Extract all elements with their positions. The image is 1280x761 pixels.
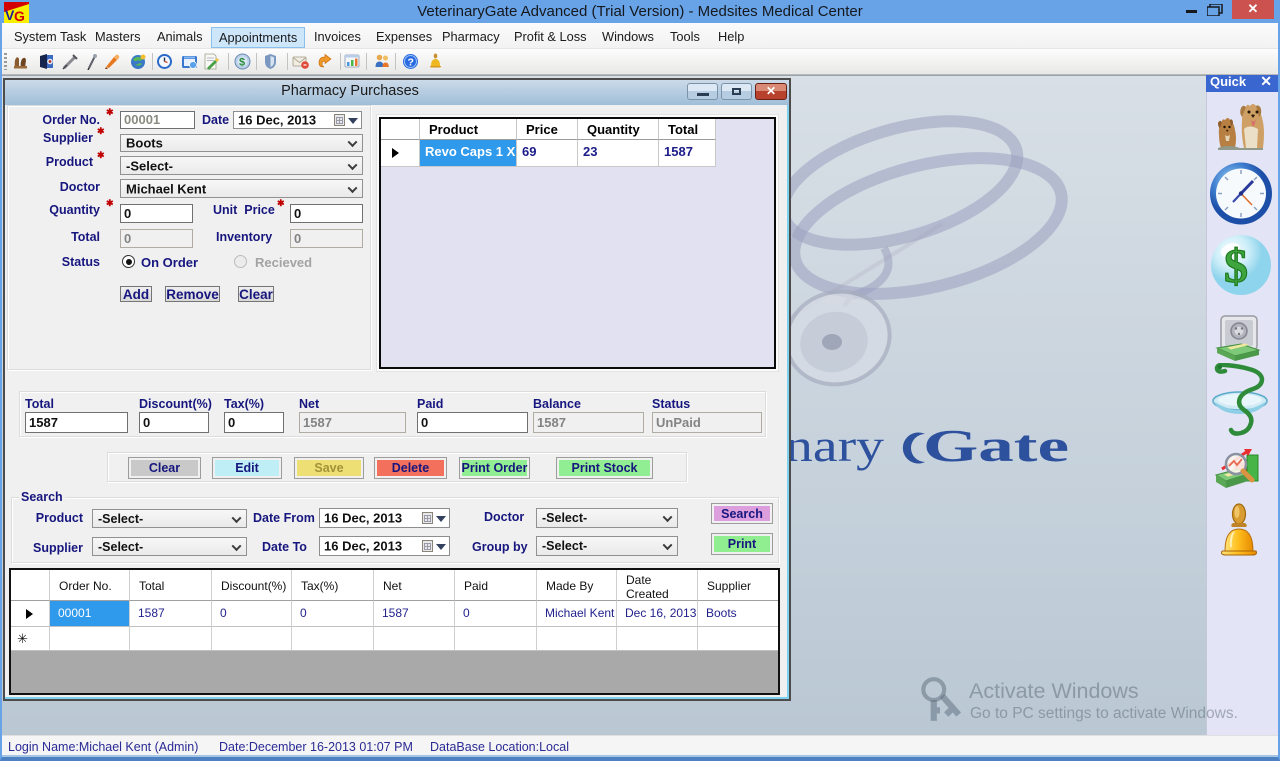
svg-text:?: ? (408, 57, 414, 69)
svg-text:Gate: Gate (923, 421, 1069, 471)
svg-text:$: $ (1224, 240, 1248, 293)
svg-text:G: G (14, 8, 25, 23)
svg-text:nary: nary (785, 421, 884, 471)
svg-text:$: $ (239, 57, 245, 69)
